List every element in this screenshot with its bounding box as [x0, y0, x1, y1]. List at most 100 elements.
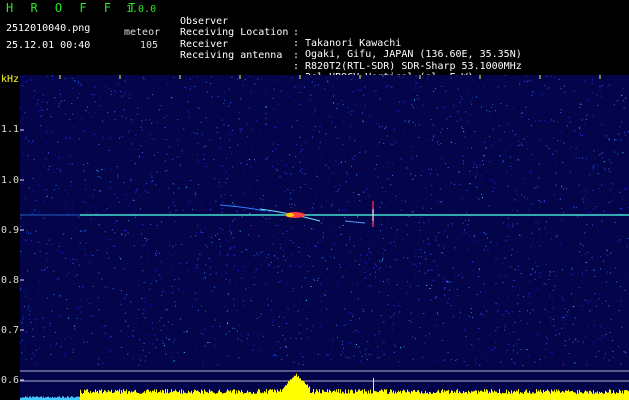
level-bar	[224, 392, 225, 400]
noise-pixel	[32, 336, 34, 337]
noise-pixel	[352, 316, 354, 317]
noise-pixel	[58, 295, 60, 297]
noise-pixel	[319, 141, 321, 143]
noise-pixel	[140, 208, 142, 210]
app-title: H R O F F T	[6, 1, 141, 15]
signal-level-bars	[20, 373, 629, 400]
level-bar	[270, 389, 271, 400]
noise-pixel	[592, 92, 594, 94]
noise-pixel	[307, 242, 309, 244]
level-bar	[292, 378, 293, 400]
noise-pixel	[467, 354, 469, 356]
noise-pixel	[512, 350, 514, 351]
noise-pixel	[387, 178, 389, 180]
noise-pixel	[444, 294, 446, 296]
noise-pixel	[433, 135, 435, 137]
noise-pixel	[324, 260, 326, 262]
noise-pixel	[609, 332, 611, 334]
noise-pixel	[360, 351, 361, 353]
noise-pixel	[238, 324, 240, 326]
noise-pixel	[534, 289, 536, 291]
noise-pixel	[534, 271, 536, 272]
noise-pixel	[137, 322, 138, 324]
noise-pixel	[376, 357, 378, 359]
noise-pixel	[147, 238, 149, 240]
noise-pixel	[170, 297, 172, 299]
noise-pixel	[586, 224, 588, 225]
noise-pixel	[90, 315, 92, 317]
noise-pixel	[271, 300, 272, 302]
noise-pixel	[55, 103, 56, 105]
noise-pixel	[474, 309, 476, 310]
noise-pixel	[64, 354, 66, 356]
noise-pixel	[411, 156, 413, 158]
noise-pixel	[34, 318, 36, 320]
level-bar	[453, 393, 454, 400]
level-bar	[373, 378, 374, 400]
noise-pixel	[245, 288, 247, 290]
level-bar	[320, 393, 321, 400]
noise-pixel	[302, 360, 304, 362]
noise-pixel	[482, 101, 484, 103]
noise-pixel	[80, 300, 82, 302]
level-bar	[250, 392, 251, 400]
noise-pixel	[213, 211, 215, 213]
noise-pixel	[466, 212, 468, 214]
level-bar	[588, 393, 589, 400]
noise-pixel	[529, 80, 531, 81]
level-bar	[394, 393, 395, 400]
noise-pixel	[553, 325, 555, 327]
level-bar	[59, 396, 60, 400]
noise-pixel	[78, 264, 80, 266]
noise-pixel	[524, 186, 526, 188]
noise-pixel	[575, 157, 577, 158]
noise-pixel	[573, 156, 575, 158]
noise-pixel	[468, 94, 470, 96]
noise-pixel	[379, 291, 380, 293]
noise-pixel	[449, 289, 451, 291]
noise-pixel	[253, 255, 255, 257]
noise-pixel	[149, 80, 151, 82]
noise-pixel	[373, 95, 375, 97]
noise-pixel	[289, 265, 291, 267]
noise-pixel	[475, 358, 477, 360]
noise-pixel	[285, 346, 287, 348]
level-bar	[411, 391, 412, 400]
noise-pixel	[250, 91, 252, 93]
noise-pixel	[97, 249, 98, 251]
noise-pixel	[24, 112, 26, 114]
level-bar	[458, 393, 459, 400]
level-bar	[594, 393, 595, 400]
noise-pixel	[336, 324, 338, 326]
noise-pixel	[126, 77, 128, 79]
noise-pixel	[43, 336, 45, 338]
noise-pixel	[143, 309, 145, 311]
level-bar	[178, 392, 179, 400]
noise-pixel	[286, 231, 288, 232]
noise-pixel	[596, 149, 598, 151]
level-bar	[528, 392, 529, 400]
noise-pixel	[625, 274, 627, 276]
noise-pixel	[517, 145, 519, 147]
level-bar	[314, 393, 315, 400]
noise-pixel	[545, 264, 547, 266]
noise-pixel	[206, 162, 208, 164]
level-bar	[478, 390, 479, 400]
noise-pixel	[251, 147, 253, 149]
noise-pixel	[277, 144, 279, 146]
noise-pixel	[203, 146, 205, 148]
level-bar	[249, 391, 250, 400]
noise-pixel	[46, 243, 48, 245]
noise-pixel	[183, 128, 185, 130]
level-bar	[238, 390, 239, 400]
noise-pixel	[381, 187, 383, 189]
noise-pixel	[360, 229, 362, 231]
noise-pixel	[95, 334, 96, 336]
noise-pixel	[73, 99, 75, 101]
level-bar	[462, 393, 463, 400]
noise-pixel	[274, 254, 276, 256]
noise-pixel	[223, 124, 225, 126]
noise-pixel	[271, 355, 273, 357]
level-bar	[121, 390, 122, 400]
noise-pixel	[345, 181, 347, 183]
